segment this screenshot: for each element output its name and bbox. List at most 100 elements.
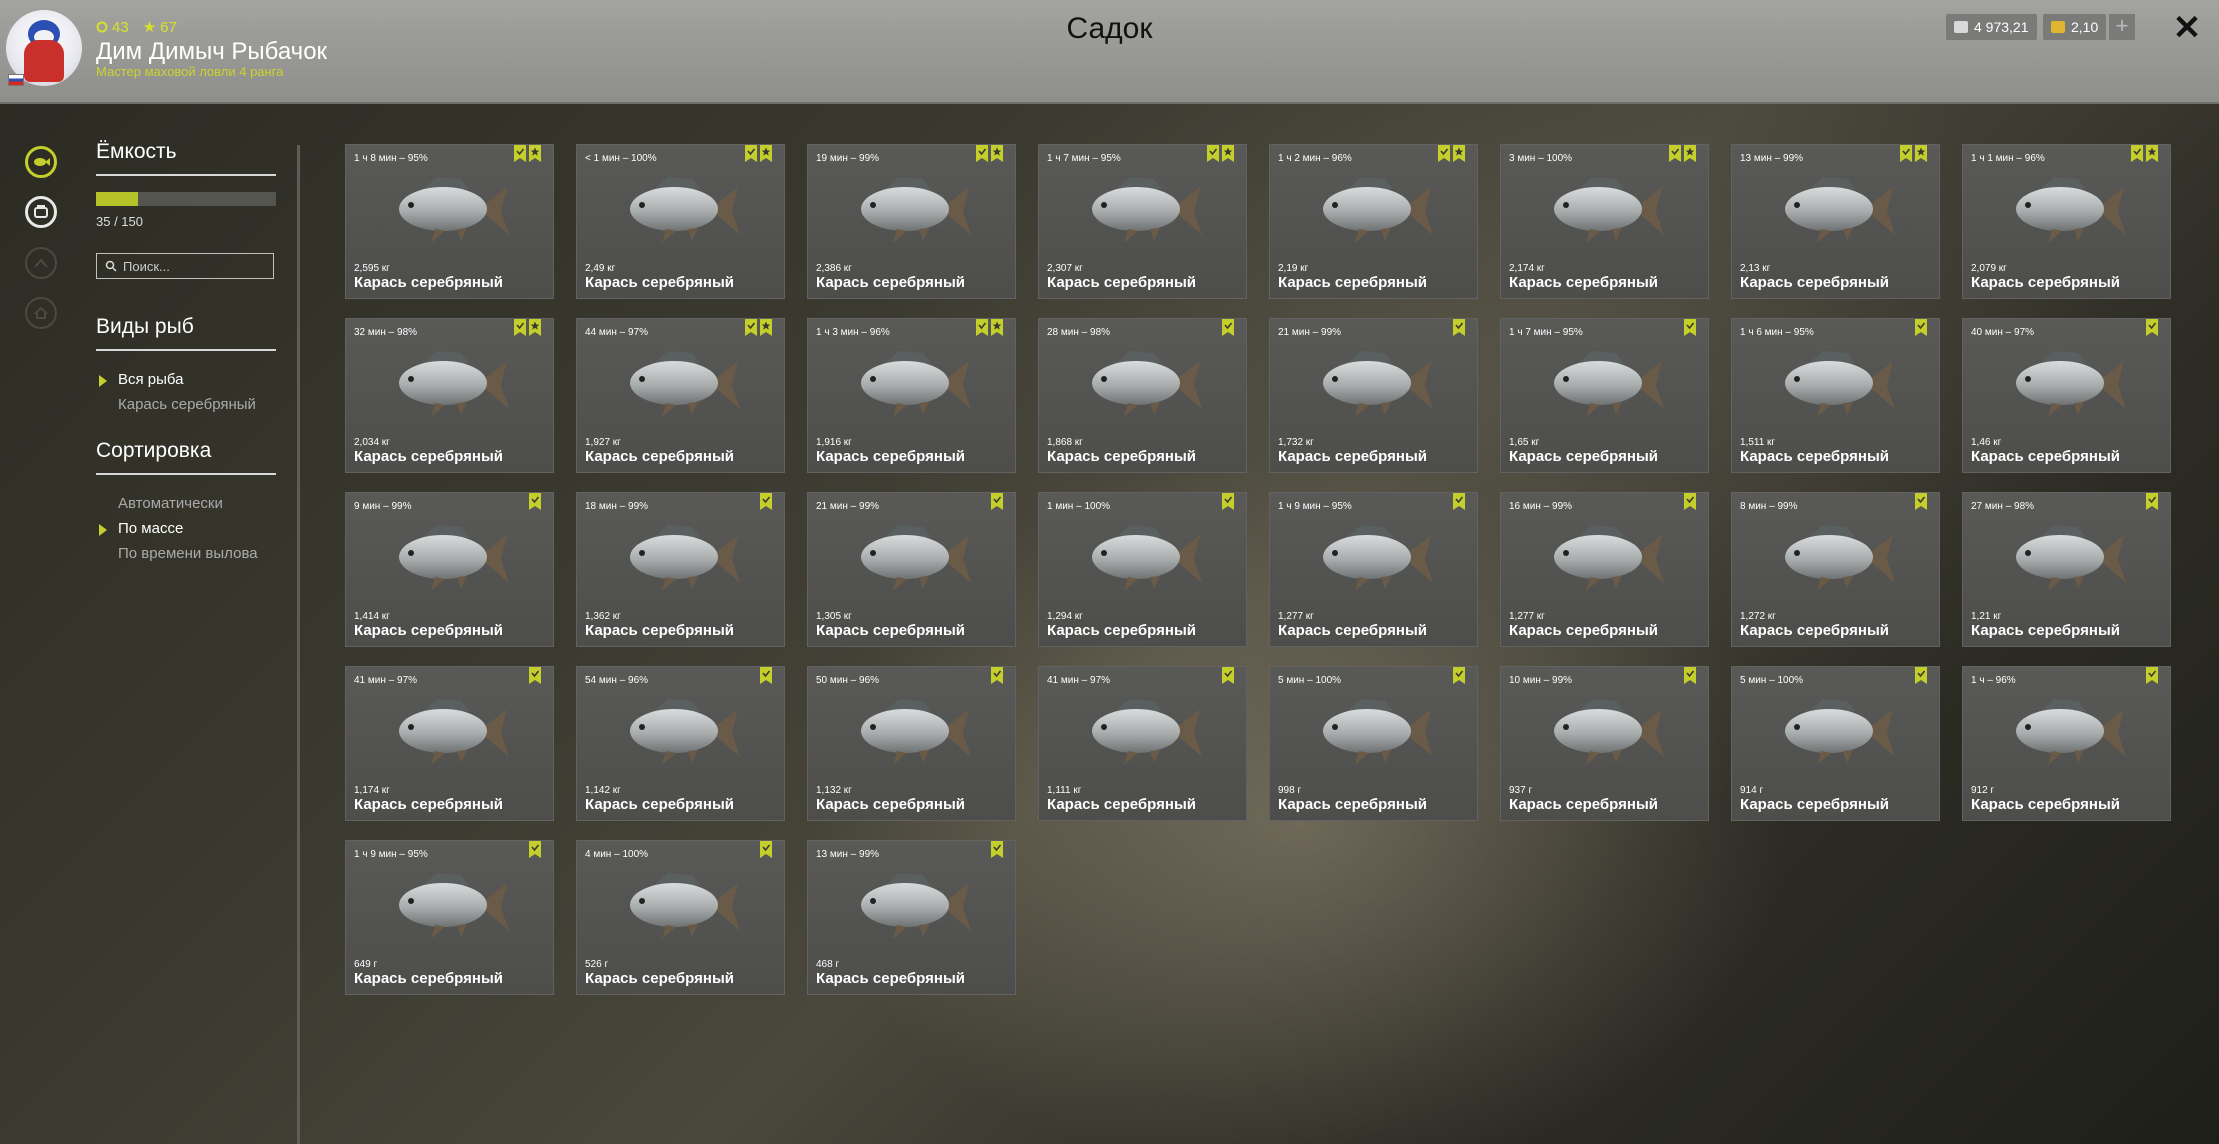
home-icon[interactable] xyxy=(25,297,57,329)
fish-card[interactable]: 1 ч 9 мин – 95% 649 г Карась серебряный xyxy=(345,840,554,995)
fish-card[interactable]: 4 мин – 100% 526 г Карась серебряный xyxy=(576,840,785,995)
fish-card[interactable]: 41 мин – 97% 1,111 кг Карась серебряный xyxy=(1038,666,1247,821)
star-ribbon-icon xyxy=(760,145,772,162)
fish-card[interactable]: 54 мин – 96% 1,142 кг Карась серебряный xyxy=(576,666,785,821)
crucian-carp-image xyxy=(1084,519,1204,597)
check-ribbon-icon xyxy=(1453,319,1465,336)
fish-card[interactable]: 16 мин – 99% 1,277 кг Карась серебряный xyxy=(1500,492,1709,647)
search-placeholder: Поиск... xyxy=(123,258,170,274)
fish-card[interactable]: 8 мин – 99% 1,272 кг Карась серебряный xyxy=(1731,492,1940,647)
crucian-carp-image xyxy=(391,171,511,249)
star-ribbon-icon xyxy=(1684,145,1696,162)
crucian-carp-image xyxy=(853,867,973,945)
fish-card[interactable]: 10 мин – 99% 937 г Карась серебряный xyxy=(1500,666,1709,821)
sort-by-time[interactable]: По времени вылова xyxy=(96,541,276,566)
capacity-title: Ёмкость xyxy=(96,140,276,176)
species-item-all[interactable]: Вся рыба xyxy=(96,367,276,392)
add-currency-button[interactable]: + xyxy=(2109,14,2135,40)
fish-catch-time: 1 ч 7 мин – 95% xyxy=(1047,153,1121,164)
fish-card[interactable]: 32 мин – 98% 2,034 кг Карась серебряный xyxy=(345,318,554,473)
fish-card[interactable]: 1 ч 9 мин – 95% 1,277 кг Карась серебряный xyxy=(1269,492,1478,647)
sort-by-weight[interactable]: По массе xyxy=(96,516,276,541)
fish-badges xyxy=(760,493,772,510)
rank-icon[interactable] xyxy=(25,247,57,279)
crucian-carp-image xyxy=(853,693,973,771)
check-ribbon-icon xyxy=(976,319,988,336)
fish-card[interactable]: 1 ч 6 мин – 95% 1,511 кг Карась серебряный xyxy=(1731,318,1940,473)
fish-card[interactable]: 13 мин – 99% 468 г Карась серебряный xyxy=(807,840,1016,995)
fish-card[interactable]: 13 мин – 99% 2,13 кг Карась серебряный xyxy=(1731,144,1940,299)
check-ribbon-icon xyxy=(2146,493,2158,510)
check-ribbon-icon xyxy=(1915,493,1927,510)
fish-card[interactable]: 1 ч 8 мин – 95% 2,595 кг Карась серебряный xyxy=(345,144,554,299)
crucian-carp-image xyxy=(622,867,742,945)
crucian-carp-image xyxy=(622,693,742,771)
fish-badges xyxy=(2131,145,2158,162)
fish-card[interactable]: 1 ч 1 мин – 96% 2,079 кг Карась серебряный xyxy=(1962,144,2171,299)
check-ribbon-icon xyxy=(745,145,757,162)
crucian-carp-image xyxy=(622,519,742,597)
fish-card[interactable]: 9 мин – 99% 1,414 кг Карась серебряный xyxy=(345,492,554,647)
star-ribbon-icon xyxy=(1222,145,1234,162)
fish-name: Карась серебряный xyxy=(585,970,734,987)
fish-card[interactable]: 3 мин – 100% 2,174 кг Карась серебряный xyxy=(1500,144,1709,299)
fish-catch-time: 1 ч 8 мин – 95% xyxy=(354,153,428,164)
check-ribbon-icon xyxy=(2146,667,2158,684)
search-input[interactable]: Поиск... xyxy=(96,253,274,279)
fish-name: Карась серебряный xyxy=(1509,796,1658,813)
fish-catch-time: < 1 мин – 100% xyxy=(585,153,657,164)
fish-card[interactable]: 1 ч 3 мин – 96% 1,916 кг Карась серебряный xyxy=(807,318,1016,473)
fish-weight: 1,305 кг xyxy=(816,611,852,622)
fish-icon[interactable] xyxy=(25,146,57,178)
fish-card[interactable]: 50 мин – 96% 1,132 кг Карась серебряный xyxy=(807,666,1016,821)
crucian-carp-image xyxy=(391,867,511,945)
fish-catch-time: 21 мин – 99% xyxy=(1278,327,1342,338)
species-item-crucian[interactable]: Карась серебряный xyxy=(96,392,276,417)
fish-name: Карась серебряный xyxy=(1509,448,1658,465)
crucian-carp-image xyxy=(1546,519,1666,597)
fish-weight: 2,595 кг xyxy=(354,263,390,274)
fish-badges xyxy=(1915,319,1927,336)
fish-card[interactable]: 5 мин – 100% 998 г Карась серебряный xyxy=(1269,666,1478,821)
keepnet-icon[interactable] xyxy=(25,196,57,228)
fish-card[interactable]: 1 ч 2 мин – 96% 2,19 кг Карась серебряный xyxy=(1269,144,1478,299)
close-button[interactable]: ✕ xyxy=(2172,8,2202,48)
fish-card[interactable]: 21 мин – 99% 1,305 кг Карась серебряный xyxy=(807,492,1016,647)
fish-card[interactable]: 27 мин – 98% 1,21 кг Карась серебряный xyxy=(1962,492,2171,647)
crucian-carp-image xyxy=(391,693,511,771)
fish-card[interactable]: < 1 мин – 100% 2,49 кг Карась серебряный xyxy=(576,144,785,299)
fish-weight: 1,132 кг xyxy=(816,785,852,796)
fish-name: Карась серебряный xyxy=(1278,448,1427,465)
fish-name: Карась серебряный xyxy=(1278,274,1427,291)
fish-name: Карась серебряный xyxy=(816,970,965,987)
check-ribbon-icon xyxy=(1453,667,1465,684)
fish-card[interactable]: 44 мин – 97% 1,927 кг Карась серебряный xyxy=(576,318,785,473)
fish-card[interactable]: 1 ч 7 мин – 95% 1,65 кг Карась серебряный xyxy=(1500,318,1709,473)
fish-card[interactable]: 21 мин – 99% 1,732 кг Карась серебряный xyxy=(1269,318,1478,473)
check-ribbon-icon xyxy=(1684,319,1696,336)
check-ribbon-icon xyxy=(1222,667,1234,684)
fish-catch-time: 41 мин – 97% xyxy=(354,675,418,686)
species-title: Виды рыб xyxy=(96,315,276,351)
sort-auto[interactable]: Автоматически xyxy=(96,491,276,516)
fish-catch-time: 1 ч 6 мин – 95% xyxy=(1740,327,1814,338)
fish-name: Карась серебряный xyxy=(354,622,503,639)
fish-card[interactable]: 1 мин – 100% 1,294 кг Карась серебряный xyxy=(1038,492,1247,647)
check-ribbon-icon xyxy=(1438,145,1450,162)
fish-card[interactable]: 5 мин – 100% 914 г Карась серебряный xyxy=(1731,666,1940,821)
fish-weight: 1,142 кг xyxy=(585,785,621,796)
fish-badges xyxy=(1207,145,1234,162)
fish-card[interactable]: 41 мин – 97% 1,174 кг Карась серебряный xyxy=(345,666,554,821)
fish-card[interactable]: 40 мин – 97% 1,46 кг Карась серебряный xyxy=(1962,318,2171,473)
fish-card[interactable]: 19 мин – 99% 2,386 кг Карась серебряный xyxy=(807,144,1016,299)
fish-card[interactable]: 1 ч – 96% 912 г Карась серебряный xyxy=(1962,666,2171,821)
fish-catch-time: 1 ч 2 мин – 96% xyxy=(1278,153,1352,164)
fish-name: Карась серебряный xyxy=(1278,622,1427,639)
fish-badges xyxy=(745,145,772,162)
fish-catch-time: 32 мин – 98% xyxy=(354,327,418,338)
fish-card[interactable]: 28 мин – 98% 1,868 кг Карась серебряный xyxy=(1038,318,1247,473)
fish-card[interactable]: 18 мин – 99% 1,362 кг Карась серебряный xyxy=(576,492,785,647)
fish-catch-time: 21 мин – 99% xyxy=(816,501,880,512)
fish-badges xyxy=(760,667,772,684)
fish-card[interactable]: 1 ч 7 мин – 95% 2,307 кг Карась серебряный xyxy=(1038,144,1247,299)
